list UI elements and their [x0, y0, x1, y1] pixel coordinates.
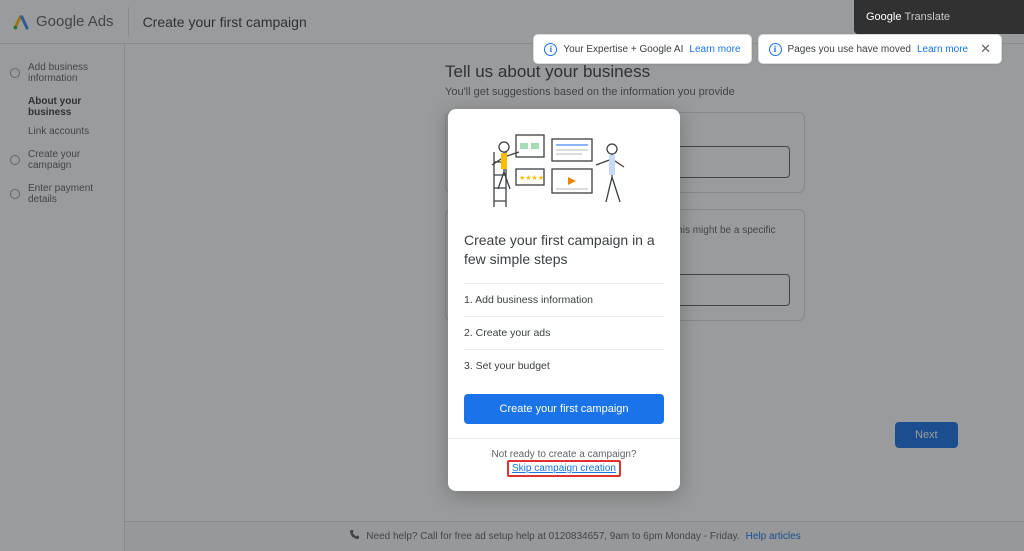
skip-campaign-creation-link[interactable]: Skip campaign creation: [507, 460, 621, 477]
modal-footer-text: Not ready to create a campaign?: [491, 449, 636, 460]
notice-text: Your Expertise + Google AI: [563, 44, 683, 55]
modal-title: Create your first campaign in a few simp…: [464, 231, 664, 269]
notice-learn-more-link[interactable]: Learn more: [917, 44, 968, 55]
modal-body: Create your first campaign in a few simp…: [448, 219, 680, 438]
svg-text:★★★★: ★★★★: [519, 174, 544, 182]
notice-text: Pages you use have moved: [788, 44, 911, 55]
modal-illustration: ★★★★: [448, 109, 680, 219]
notice-learn-more-link[interactable]: Learn more: [689, 44, 740, 55]
notice-expertise: i Your Expertise + Google AI Learn more: [533, 34, 751, 64]
translate-translate-label: Translate: [905, 11, 950, 23]
create-campaign-button[interactable]: Create your first campaign: [464, 394, 664, 424]
close-icon[interactable]: ✕: [980, 41, 991, 57]
notification-bar: i Your Expertise + Google AI Learn more …: [533, 34, 1002, 64]
notice-pages-moved: i Pages you use have moved Learn more ✕: [758, 34, 1002, 64]
modal-footer: Not ready to create a campaign? Skip cam…: [448, 438, 680, 491]
modal-step-2: 2. Create your ads: [464, 316, 664, 349]
app-root: Google Ads Create your first campaign Ad…: [0, 0, 1024, 551]
info-icon: i: [769, 43, 782, 56]
modal-step-3: 3. Set your budget: [464, 349, 664, 382]
onboarding-modal: ★★★★ Create your first campaign in a few…: [448, 109, 680, 491]
translate-google-label: Google: [866, 11, 901, 23]
modal-step-1: 1. Add business information: [464, 283, 664, 316]
info-icon: i: [544, 43, 557, 56]
google-translate-widget[interactable]: Google Translate: [854, 0, 1024, 34]
